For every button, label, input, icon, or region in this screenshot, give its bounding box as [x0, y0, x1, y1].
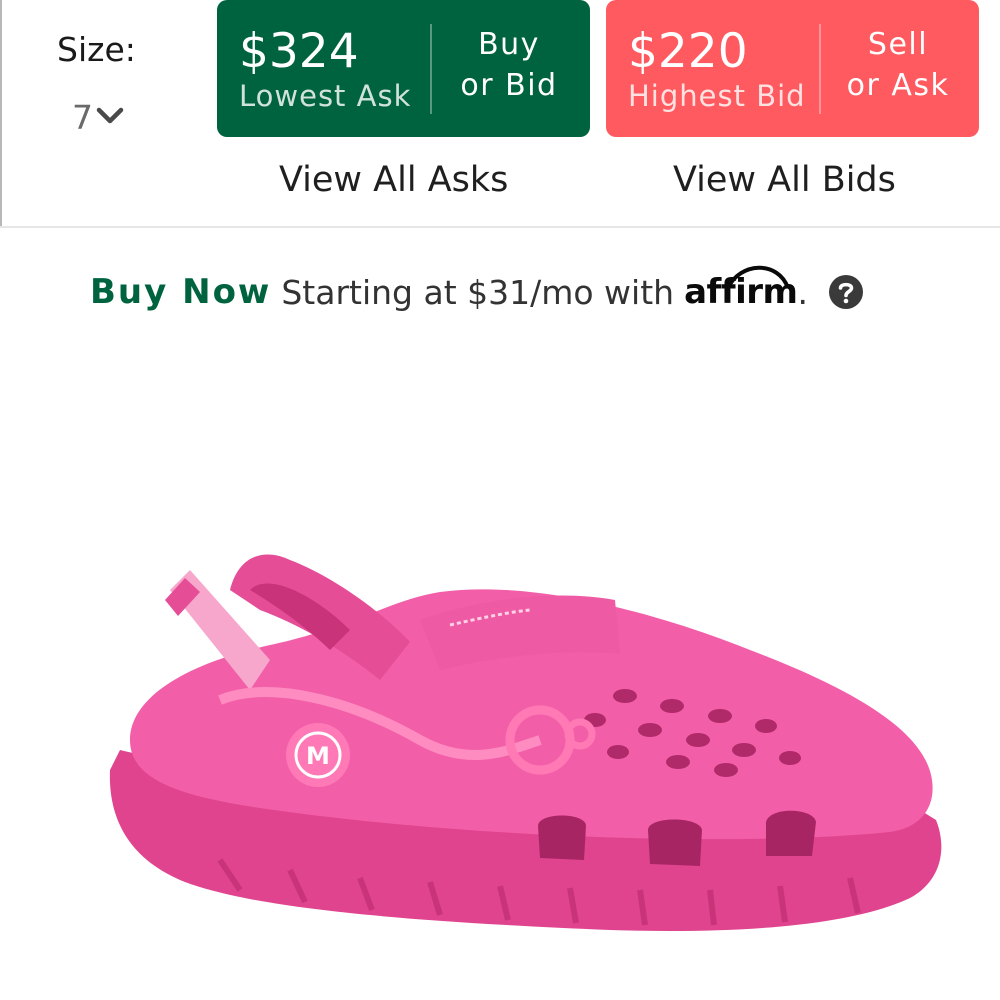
highest-bid-price: $220 — [628, 24, 748, 79]
buy-action-label: Buy or Bid — [439, 24, 579, 106]
lowest-ask-price: $324 — [239, 24, 359, 79]
highest-bid-caption: Highest Bid — [628, 79, 806, 113]
buy-action-line1: Buy — [478, 27, 540, 62]
buy-action-line2: or Bid — [460, 68, 558, 103]
question-circle-icon[interactable] — [828, 274, 864, 310]
financing-row: Buy Now Starting at $31/mo with affirm . — [90, 262, 864, 322]
size-label: Size: — [57, 30, 136, 69]
buy-button-divider — [430, 24, 432, 114]
financing-text: Starting at $31/mo with — [281, 272, 675, 312]
sell-action-line2: or Ask — [846, 68, 950, 103]
size-value: 7 — [72, 98, 93, 137]
lowest-ask-caption: Lowest Ask — [239, 79, 412, 113]
sell-or-ask-button[interactable]: $220 Highest Bid Sell or Ask — [606, 0, 979, 137]
size-dropdown[interactable]: 7 — [72, 98, 125, 137]
sell-button-divider — [819, 24, 821, 114]
affirm-logo: affirm — [684, 265, 798, 312]
view-all-bids-link[interactable]: View All Bids — [673, 160, 896, 200]
chevron-down-icon — [96, 107, 124, 123]
section-divider — [0, 226, 1000, 228]
financing-period: . — [797, 272, 808, 312]
size-selector-block: Size: 7 — [0, 0, 205, 150]
buy-now-link[interactable]: Buy Now — [90, 272, 271, 312]
pink-clog-illustration: M — [109, 554, 942, 931]
badge-letter: M — [306, 742, 330, 770]
affirm-arc-icon — [726, 265, 790, 289]
sell-action-label: Sell or Ask — [828, 24, 968, 106]
view-all-asks-link[interactable]: View All Asks — [279, 160, 508, 200]
product-image: M — [90, 530, 950, 970]
buy-or-bid-button[interactable]: $324 Lowest Ask Buy or Bid — [217, 0, 590, 137]
sell-action-line1: Sell — [867, 27, 929, 62]
